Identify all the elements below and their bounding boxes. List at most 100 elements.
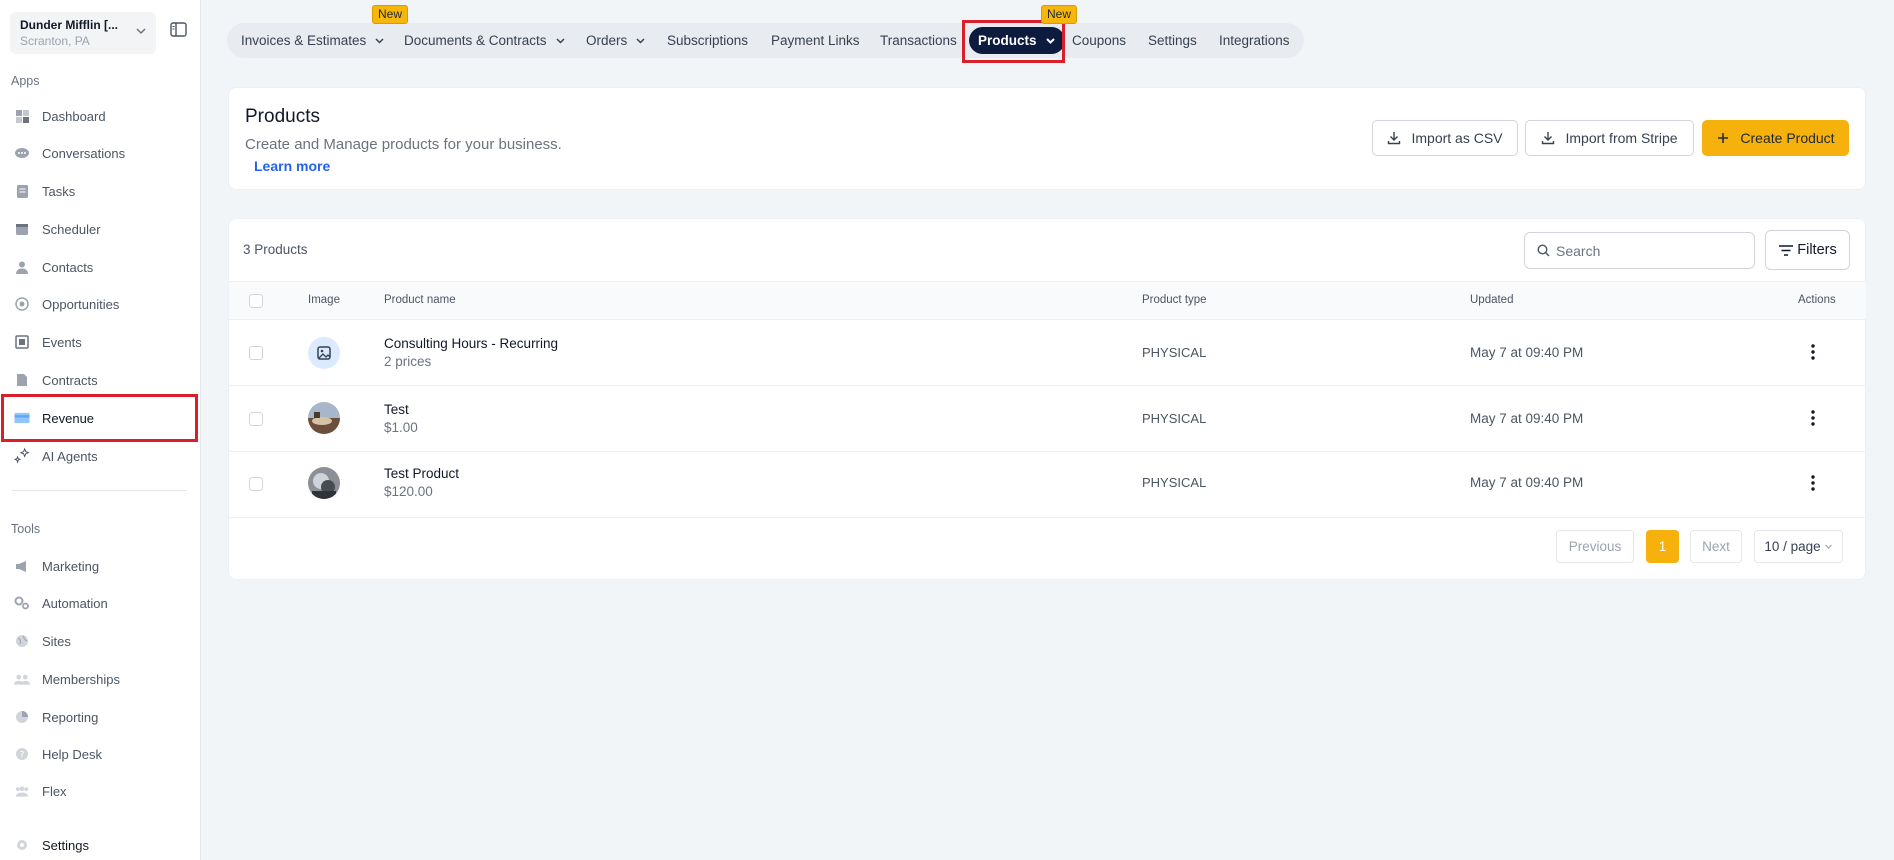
column-header-updated[interactable]: Updated [1470, 294, 1513, 306]
import-stripe-button[interactable]: Import from Stripe [1525, 120, 1694, 156]
sidebar-item-tasks[interactable]: Tasks [0, 174, 199, 208]
product-price: $120.00 [384, 484, 433, 499]
more-actions-icon[interactable] [1805, 343, 1821, 361]
events-icon [14, 334, 30, 350]
sidebar-item-flex[interactable]: Flex [0, 774, 199, 808]
placeholder-image-icon [308, 337, 340, 369]
sidebar-divider [12, 490, 187, 491]
sidebar-item-label: Scheduler [42, 221, 101, 237]
filter-icon [1779, 244, 1794, 256]
product-name[interactable]: Test Product [384, 466, 459, 481]
plus-icon [1718, 133, 1729, 143]
pagination-next-button[interactable]: Next [1690, 530, 1742, 563]
tab-settings[interactable]: Settings [1148, 23, 1197, 58]
tasks-icon [14, 183, 30, 199]
sidebar-item-revenue[interactable]: Revenue [1, 394, 198, 442]
more-actions-icon[interactable] [1805, 409, 1821, 427]
select-all-checkbox[interactable] [249, 294, 263, 308]
pagination-previous-button[interactable]: Previous [1556, 530, 1634, 563]
button-label: Create Product [1740, 130, 1835, 146]
sidebar-collapse-icon[interactable] [170, 22, 187, 37]
updated-date: May 7 at 09:40 PM [1470, 475, 1584, 490]
tab-label: Documents & Contracts [404, 33, 547, 48]
account-switcher[interactable]: Dunder Mifflin [... Scranton, PA [10, 12, 156, 54]
table-row[interactable]: Test Product $120.00 PHYSICAL May 7 at 0… [229, 452, 1866, 518]
tab-label: Orders [586, 33, 628, 48]
page-size-label: 10 / page [1764, 539, 1821, 554]
sidebar-item-conversations[interactable]: Conversations [0, 136, 199, 170]
sidebar-item-scheduler[interactable]: Scheduler [0, 212, 199, 246]
tab-invoices-estimates[interactable]: Invoices & Estimates [241, 23, 385, 58]
new-badge: New [1041, 5, 1078, 24]
tab-label: Transactions [880, 33, 957, 48]
table-row[interactable]: Consulting Hours - Recurring 2 prices PH… [229, 320, 1866, 386]
page-size-select[interactable]: 10 / page [1754, 530, 1843, 563]
sidebar-item-memberships[interactable]: Memberships [0, 662, 199, 696]
apps-section-label: Apps [11, 74, 40, 88]
sidebar-item-settings[interactable]: Settings [0, 828, 199, 860]
tab-subscriptions[interactable]: Subscriptions [667, 23, 748, 58]
learn-more-link[interactable]: Learn more [254, 158, 330, 174]
tab-payment-links[interactable]: Payment Links [771, 23, 860, 58]
sidebar-item-label: Automation [42, 595, 108, 611]
tab-documents-contracts[interactable]: Documents & Contracts [404, 23, 566, 58]
tab-label: Settings [1148, 33, 1197, 48]
gear-icon [14, 837, 30, 853]
search-box[interactable] [1524, 232, 1755, 269]
product-price: $1.00 [384, 420, 418, 435]
column-header-product-name[interactable]: Product name [384, 294, 456, 306]
column-header-product-type[interactable]: Product type [1142, 294, 1207, 306]
button-label: Import from Stripe [1565, 130, 1678, 146]
sidebar-item-dashboard[interactable]: Dashboard [0, 99, 199, 133]
chevron-down-icon [636, 38, 645, 44]
sidebar-item-label: Conversations [42, 145, 126, 161]
table-row[interactable]: Test $1.00 PHYSICAL May 7 at 09:40 PM [229, 386, 1866, 452]
users-icon [14, 671, 30, 687]
sidebar-item-label: Help Desk [42, 746, 102, 762]
filters-button[interactable]: Filters [1765, 230, 1850, 270]
column-header-actions: Actions [1798, 294, 1836, 306]
product-name[interactable]: Consulting Hours - Recurring [384, 336, 558, 351]
search-input[interactable] [1556, 242, 1736, 259]
row-checkbox[interactable] [249, 346, 263, 360]
pagination-page-1[interactable]: 1 [1646, 530, 1679, 563]
product-name[interactable]: Test [384, 402, 409, 417]
sidebar-item-contracts[interactable]: Contracts [0, 363, 199, 397]
tab-coupons[interactable]: Coupons [1072, 23, 1126, 58]
sidebar-item-reporting[interactable]: Reporting [0, 700, 199, 734]
user-icon [14, 259, 30, 275]
sidebar-item-label: Contacts [42, 259, 94, 275]
tab-orders[interactable]: Orders [586, 23, 646, 58]
sidebar-item-opportunities[interactable]: Opportunities [0, 287, 199, 321]
sidebar: Dunder Mifflin [... Scranton, PA Apps Da… [0, 0, 201, 860]
import-csv-button[interactable]: Import as CSV [1372, 120, 1518, 156]
row-checkbox[interactable] [249, 412, 263, 426]
products-tab-highlight [962, 20, 1065, 63]
table-header: Image Product name Product type Updated … [229, 281, 1866, 320]
sidebar-item-sites[interactable]: Sites [0, 624, 199, 658]
sidebar-item-marketing[interactable]: Marketing [0, 549, 199, 583]
sidebar-item-label: Reporting [42, 709, 99, 725]
document-icon [14, 372, 30, 388]
dashboard-icon [14, 108, 30, 124]
more-actions-icon[interactable] [1805, 474, 1821, 492]
sidebar-item-automation[interactable]: Automation [0, 586, 199, 620]
create-product-button[interactable]: Create Product [1702, 120, 1849, 156]
product-photo [308, 467, 340, 499]
sidebar-item-label: Events [42, 334, 82, 350]
sidebar-item-help-desk[interactable]: ? Help Desk [0, 737, 199, 771]
column-header-image: Image [308, 294, 340, 306]
sidebar-item-ai-agents[interactable]: AI Agents [0, 439, 199, 473]
tab-transactions[interactable]: Transactions [880, 23, 957, 58]
chevron-down-icon [556, 38, 565, 44]
search-icon [1537, 244, 1550, 257]
sidebar-item-label: Dashboard [42, 108, 106, 124]
row-checkbox[interactable] [249, 477, 263, 491]
tab-integrations[interactable]: Integrations [1219, 23, 1290, 58]
tab-label: Coupons [1072, 33, 1127, 48]
sidebar-item-events[interactable]: Events [0, 325, 199, 359]
globe-icon [14, 633, 30, 649]
tab-label: Subscriptions [667, 33, 749, 48]
sidebar-item-contacts[interactable]: Contacts [0, 250, 199, 284]
sidebar-item-label: Settings [42, 837, 89, 853]
